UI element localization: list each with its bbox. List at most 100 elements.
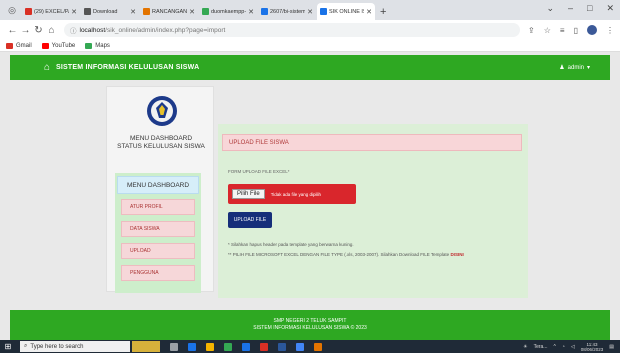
home-icon[interactable]: ⌂ xyxy=(45,25,58,36)
file-input[interactable]: Pilih File Tidak ada file yang dipilih xyxy=(228,184,356,204)
tray-chevron-icon[interactable]: ^ xyxy=(553,344,555,350)
choose-file-button[interactable]: Pilih File xyxy=(232,189,265,199)
tab-close-icon[interactable]: ✕ xyxy=(71,8,77,16)
tab-close-icon[interactable]: ✕ xyxy=(189,8,195,16)
app-navbar: ⌂ SISTEM INFORMASI KELULUSAN SISWA ♟ adm… xyxy=(10,55,610,80)
url-host: localhost xyxy=(79,26,106,34)
sidebar-item-pengguna[interactable]: PENGGUNA xyxy=(121,265,195,281)
upload-panel: UPLOAD FILE SISWA FORM UPLOAD FILE EXCEL… xyxy=(218,124,528,298)
tab-favicon-icon xyxy=(143,8,150,15)
upload-file-button[interactable]: UPLOAD FILE xyxy=(228,212,272,228)
weather-text[interactable]: Tera... xyxy=(534,344,548,350)
note-header: * Silahkan hapus header pada template ya… xyxy=(228,242,354,247)
tab-list-icon[interactable]: ≡ xyxy=(560,26,565,35)
minimize-button[interactable]: – xyxy=(568,3,573,14)
sidepanel-icon[interactable]: ▯ xyxy=(574,26,578,35)
clock-date: 08/06/2023 xyxy=(580,346,604,352)
volume-icon[interactable]: ◁ xyxy=(571,344,575,350)
window-controls: ⌄ – □ ✕ xyxy=(546,3,614,14)
gmail-icon xyxy=(6,42,13,49)
taskbar-search[interactable]: ⌕ Type here to search xyxy=(20,341,130,352)
sidebar-item-atur-profil[interactable]: ATUR PROFIL xyxy=(121,199,195,215)
word-icon[interactable] xyxy=(278,342,286,351)
tab-label: RANCANGAN SIK xyxy=(152,8,188,15)
bookmarks-bar: Gmail YouTube Maps xyxy=(0,40,620,52)
browser-tab-strip: ◎ (29) EXCEL/PAME✕Download✕RANCANGAN SIK… xyxy=(0,0,620,20)
browser-tab[interactable]: RANCANGAN SIK✕ xyxy=(140,3,198,20)
tab-favicon-icon xyxy=(261,8,268,15)
powerpoint-icon[interactable] xyxy=(314,342,322,351)
tab-close-icon[interactable]: ✕ xyxy=(366,8,372,16)
kebab-menu-icon[interactable]: ⋮ xyxy=(606,26,614,35)
edge-icon[interactable] xyxy=(188,342,196,351)
browser-tab[interactable]: Download ✕ xyxy=(81,3,139,20)
chrome-icon[interactable] xyxy=(296,342,304,351)
bookmark-label: Maps xyxy=(95,42,110,49)
bookmark-label: Gmail xyxy=(16,42,32,49)
task-view-icon[interactable] xyxy=(170,342,178,351)
download-template-link[interactable]: DISINI xyxy=(450,252,463,257)
reload-button[interactable]: ↻ xyxy=(32,25,45,36)
user-name: admin xyxy=(567,64,584,71)
sidebar: MENU DASHBOARD STATUS KELULUSAN SISWA ME… xyxy=(106,86,215,293)
back-button[interactable]: ← xyxy=(6,25,19,36)
bookmark-maps[interactable]: Maps xyxy=(85,42,110,49)
tab-favicon-icon xyxy=(25,8,32,15)
home-icon[interactable]: ⌂ xyxy=(44,62,50,73)
address-bar-row: ← → ↻ ⌂ ⓘ localhost /sik_online/admin/in… xyxy=(0,20,620,40)
clock[interactable]: 11:43 08/06/2023 xyxy=(581,342,604,352)
note-filetype: ** PILIH FILE MICROSOFT EXCEL DENGAN FIL… xyxy=(228,252,464,257)
url-field[interactable]: ⓘ localhost /sik_online/admin/index.php?… xyxy=(64,23,521,37)
sidebar-item-data-siswa[interactable]: DATA SISWA xyxy=(121,221,195,237)
school-logo-icon xyxy=(147,96,177,126)
avatar[interactable] xyxy=(587,25,597,35)
close-window-button[interactable]: ✕ xyxy=(606,3,614,14)
tab-label: SIK ONLINE IS S xyxy=(329,8,364,15)
no-file-text: Tidak ada file yang dipilih xyxy=(270,191,322,197)
notification-icon[interactable]: ▤ xyxy=(609,344,614,350)
star-icon[interactable]: ☆ xyxy=(544,26,551,35)
browser-tab[interactable]: 2607/bi-sistem-in✕ xyxy=(258,3,316,20)
tab-label: Download xyxy=(93,8,118,15)
share-icon[interactable]: ⇪ xyxy=(528,26,535,35)
info-icon[interactable]: ⓘ xyxy=(70,25,77,35)
browser-tab[interactable]: duomkaempp-p ✕ xyxy=(199,3,257,20)
form-label: FORM UPLOAD FILE EXCEL* xyxy=(228,169,290,174)
footer-copyright: SISTEM INFORMASI KELULUSAN SISWA © 2023 xyxy=(253,325,367,331)
chevron-down-icon[interactable]: ⌄ xyxy=(546,3,554,14)
caret-down-icon: ▾ xyxy=(586,65,590,71)
tab-close-icon[interactable]: ✕ xyxy=(307,8,313,16)
tab-search-icon[interactable]: ◎ xyxy=(4,2,20,18)
taskbar-apps xyxy=(170,342,322,351)
youtube-icon xyxy=(41,42,49,49)
browser-tab[interactable]: SIK ONLINE IS S✕ xyxy=(317,3,375,20)
user-icon: ♟ xyxy=(559,65,565,71)
menu-dashboard-button[interactable]: MENU DASHBOARD xyxy=(117,176,199,194)
windows-start-icon[interactable]: ⊞ xyxy=(0,342,16,351)
file-explorer-icon[interactable] xyxy=(206,342,214,351)
system-tray: ☀ Tera... ^ ◔ ◁ 11:43 08/06/2023 ▤ xyxy=(523,342,620,352)
user-menu[interactable]: ♟ admin ▾ xyxy=(559,64,590,72)
tab-favicon-icon xyxy=(84,8,91,15)
app-brand[interactable]: SISTEM INFORMASI KELULUSAN SISWA xyxy=(56,64,199,71)
search-highlight-image[interactable] xyxy=(132,341,160,352)
store-icon[interactable] xyxy=(224,342,232,351)
mail-icon[interactable] xyxy=(242,342,250,351)
browser-tab[interactable]: (29) EXCEL/PAME✕ xyxy=(22,3,80,20)
maximize-button[interactable]: □ xyxy=(587,3,592,14)
sidebar-title: MENU DASHBOARD STATUS KELULUSAN SISWA xyxy=(107,135,215,151)
forward-button[interactable]: → xyxy=(19,25,32,36)
content-area: MENU DASHBOARD STATUS KELULUSAN SISWA ME… xyxy=(10,80,610,310)
note-filetype-text: ** PILIH FILE MICROSOFT EXCEL DENGAN FIL… xyxy=(228,252,450,257)
bookmark-youtube[interactable]: YouTube xyxy=(41,42,75,49)
bookmark-gmail[interactable]: Gmail xyxy=(6,42,32,49)
weather-icon[interactable]: ☀ xyxy=(523,344,527,350)
sidebar-item-upload[interactable]: UPLOAD xyxy=(121,243,195,259)
opera-icon[interactable] xyxy=(260,342,268,351)
tab-close-icon[interactable]: ✕ xyxy=(130,8,136,16)
new-tab-button[interactable]: + xyxy=(380,6,386,18)
tab-label: 2607/bi-sistem-in xyxy=(270,8,306,15)
tab-close-icon[interactable]: ✕ xyxy=(248,8,254,16)
tab-label: duomkaempp-p xyxy=(211,8,247,15)
network-icon[interactable]: ◔ xyxy=(562,344,565,350)
